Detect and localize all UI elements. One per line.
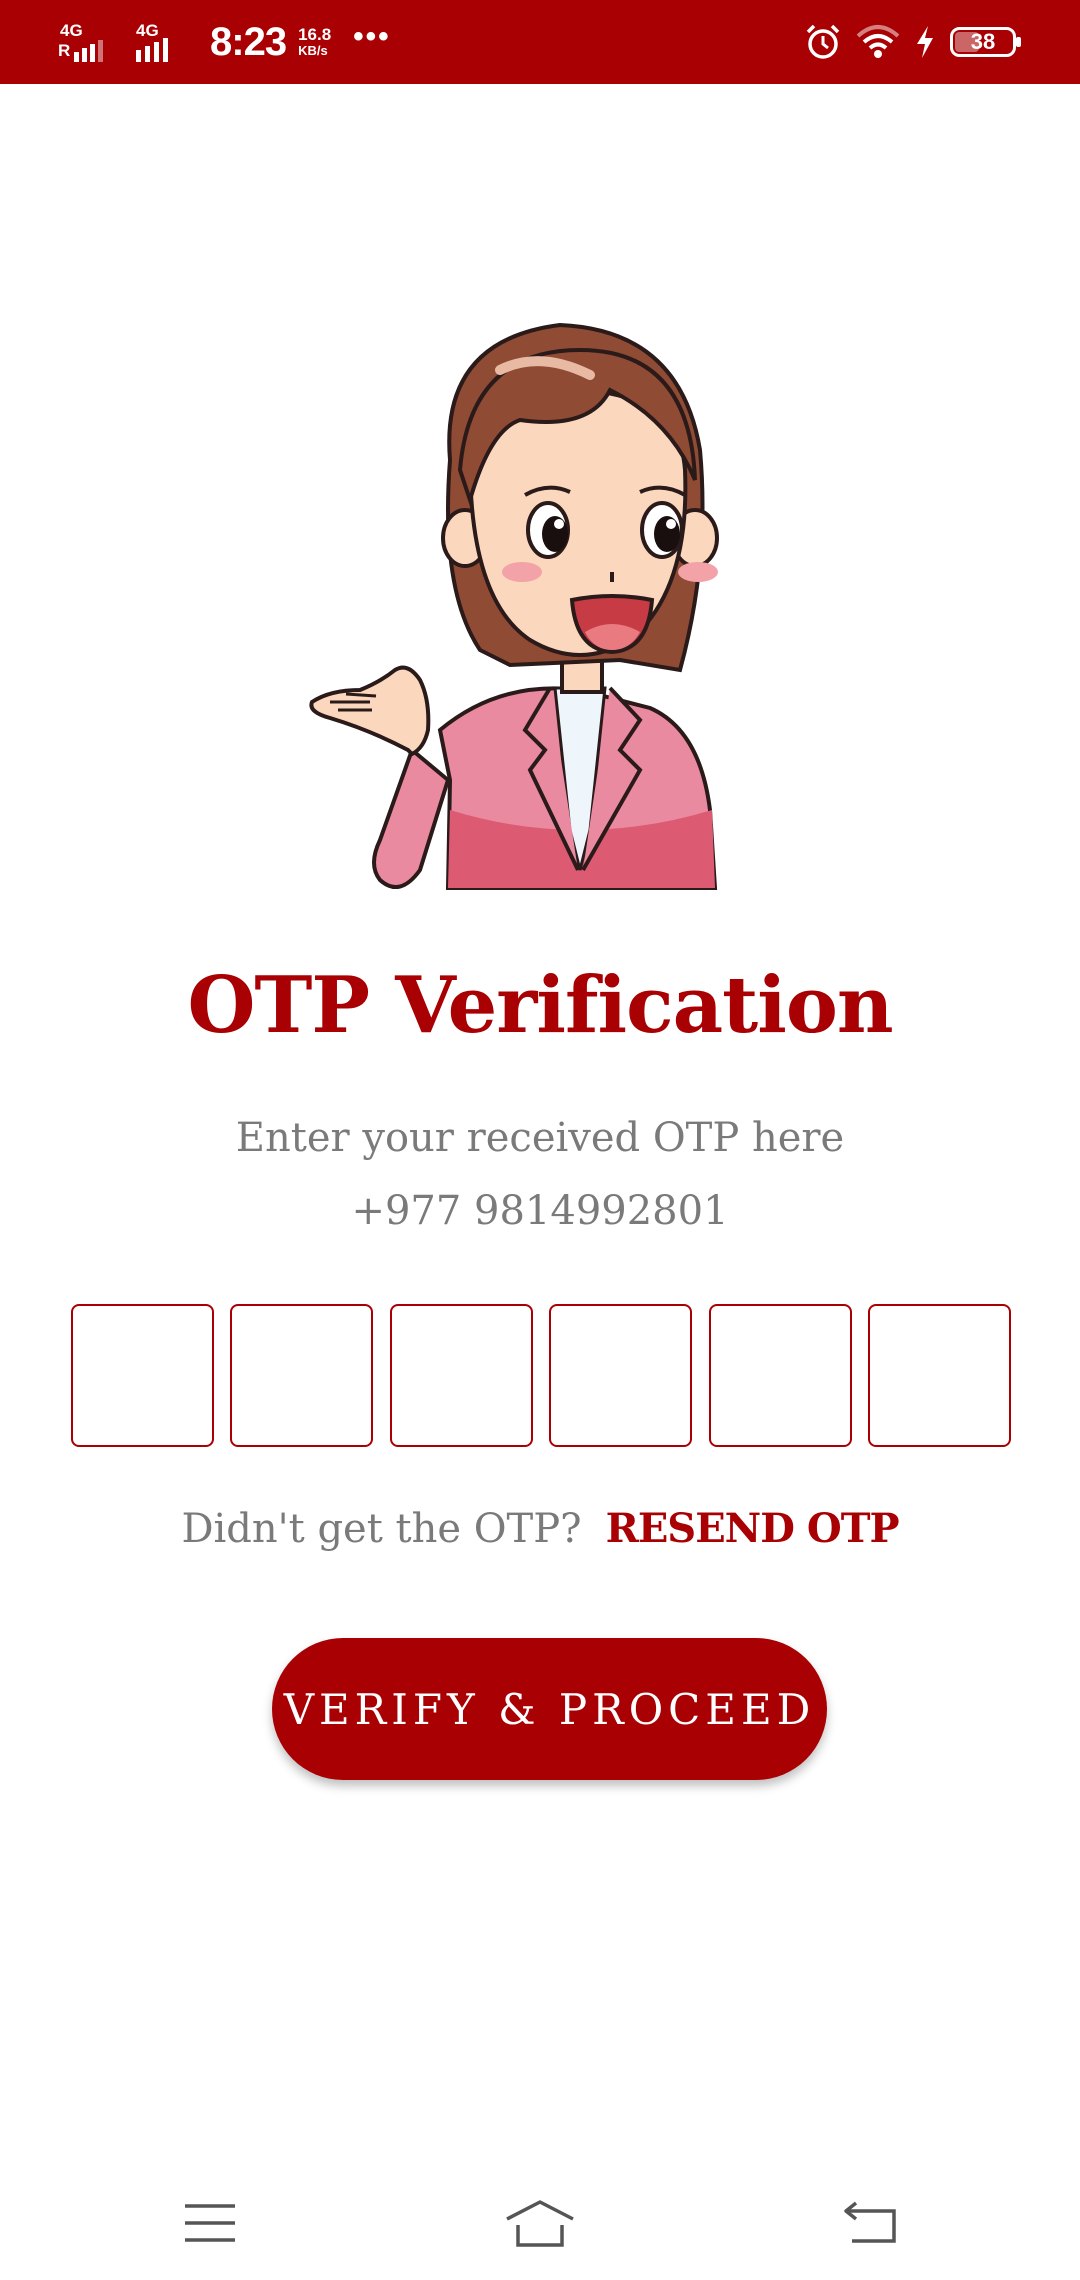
home-icon <box>506 2200 574 2247</box>
speed-unit: KB/s <box>298 43 328 58</box>
navigation-bar <box>0 2170 1080 2280</box>
otp-digit-2[interactable] <box>230 1304 374 1447</box>
network-indicator-1: 4G R <box>58 20 112 64</box>
status-bar: 4G R 4G 8:23 16.8 KB/s ••• 38 <box>0 0 1080 84</box>
back-button[interactable] <box>830 2188 910 2258</box>
status-left: 4G R 4G 8:23 16.8 KB/s ••• <box>58 14 391 70</box>
otp-digit-1[interactable] <box>71 1304 214 1447</box>
network-indicator-2: 4G <box>134 20 188 64</box>
charging-icon <box>917 26 933 58</box>
woman-presenting-illustration <box>309 322 719 890</box>
battery-level: 38 <box>970 29 996 54</box>
signal-icon <box>136 38 168 62</box>
home-button[interactable] <box>500 2188 580 2258</box>
back-icon <box>844 2201 896 2243</box>
page-title: OTP Verification <box>187 960 893 1051</box>
speed-value: 16.8 <box>298 25 332 44</box>
resend-question: Didn't get the OTP? <box>181 1506 582 1552</box>
network-speed: 16.8 KB/s <box>298 26 331 58</box>
more-notifications-icon: ••• <box>353 20 391 53</box>
wifi-icon <box>856 25 900 58</box>
menu-button[interactable] <box>170 2188 250 2258</box>
otp-digit-5[interactable] <box>708 1304 852 1447</box>
menu-icon <box>185 2204 235 2242</box>
otp-input-group <box>71 1304 1011 1447</box>
signal-icon <box>74 40 103 62</box>
alarm-icon <box>806 24 840 59</box>
verify-proceed-button[interactable]: VERIFY & PROCEED <box>272 1638 827 1780</box>
status-right: 38 <box>804 18 1022 66</box>
otp-digit-4[interactable] <box>549 1304 693 1447</box>
otp-digit-3[interactable] <box>389 1304 533 1447</box>
battery-icon: 38 <box>950 27 1022 57</box>
otp-digit-6[interactable] <box>867 1304 1011 1447</box>
otp-instructions: Enter your received OTP here <box>235 1115 845 1161</box>
status-time: 8:23 <box>210 19 287 64</box>
phone-number: +977 9814992801 <box>351 1188 729 1234</box>
resend-row: Didn't get the OTP? RESEND OTP <box>0 1505 1080 1552</box>
resend-otp-link[interactable]: RESEND OTP <box>606 1505 900 1552</box>
